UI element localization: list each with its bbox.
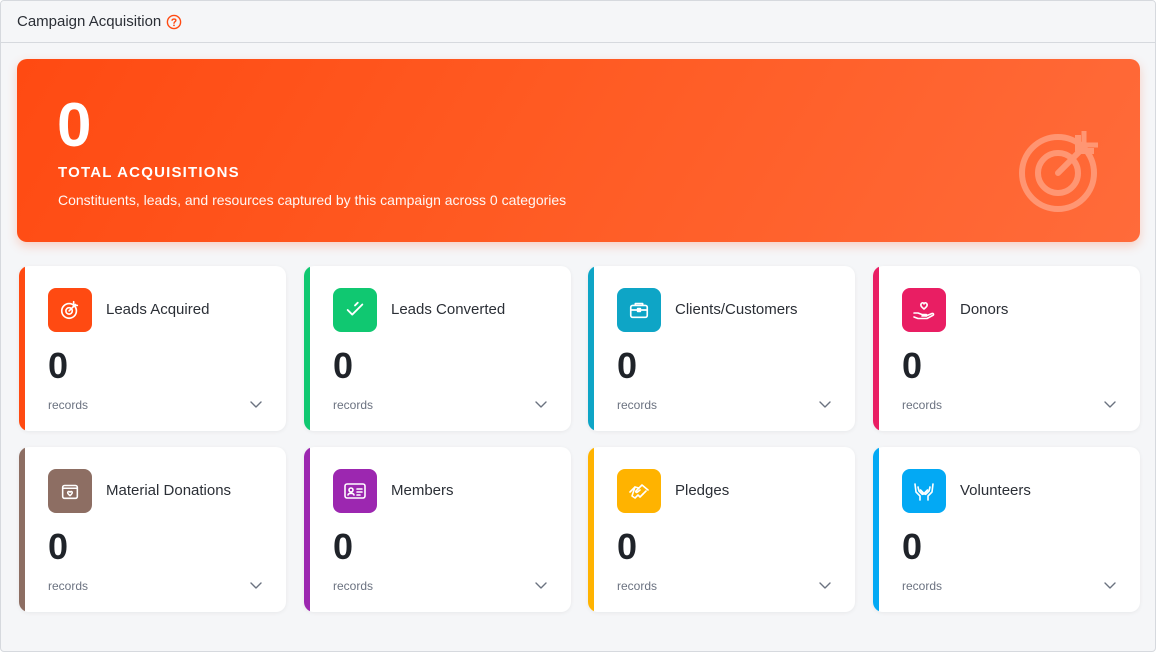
card-unit: records: [48, 398, 89, 412]
card-value: 0: [902, 526, 923, 567]
card-title: Pledges: [675, 482, 730, 499]
card-title: Material Donations: [106, 482, 232, 499]
card-accent: [873, 447, 879, 612]
card-pledges[interactable]: Pledges 0 records: [588, 447, 855, 612]
card-title: Members: [391, 482, 454, 499]
gift-box-icon: [48, 469, 92, 513]
card-unit: records: [333, 398, 374, 412]
help-icon[interactable]: [166, 14, 182, 30]
card-title: Clients/Customers: [675, 301, 798, 318]
handshake-icon: [617, 469, 661, 513]
card-unit: records: [902, 579, 943, 593]
chevron-down-icon[interactable]: [817, 577, 833, 593]
card-members[interactable]: Members 0 records: [304, 447, 571, 612]
card-accent: [304, 447, 310, 612]
card-accent: [873, 266, 879, 431]
card-unit: records: [617, 579, 658, 593]
id-card-icon: [333, 469, 377, 513]
card-value: 0: [333, 345, 354, 386]
chevron-down-icon[interactable]: [533, 577, 549, 593]
briefcase-icon: [617, 288, 661, 332]
card-title: Donors: [960, 301, 1009, 318]
chevron-down-icon[interactable]: [1102, 577, 1118, 593]
card-title: Volunteers: [960, 482, 1031, 499]
card-accent: [588, 266, 594, 431]
card-value: 0: [48, 526, 69, 567]
panel-title: Campaign Acquisition: [17, 13, 162, 30]
chevron-down-icon[interactable]: [248, 577, 264, 593]
total-acquisitions-banner: 0 TOTAL ACQUISITIONS Constituents, leads…: [17, 59, 1140, 242]
target-icon: [48, 288, 92, 332]
chevron-down-icon[interactable]: [1102, 396, 1118, 412]
card-value: 0: [902, 345, 923, 386]
chevron-down-icon[interactable]: [533, 396, 549, 412]
target-icon: [1019, 131, 1098, 212]
card-leads-converted[interactable]: Leads Converted 0 records: [304, 266, 571, 431]
card-leads-acquired[interactable]: Leads Acquired 0 records: [19, 266, 286, 431]
card-unit: records: [333, 579, 374, 593]
card-value: 0: [48, 345, 69, 386]
card-unit: records: [902, 398, 943, 412]
chevron-down-icon[interactable]: [817, 396, 833, 412]
card-volunteers[interactable]: Volunteers 0 records: [873, 447, 1140, 612]
card-value: 0: [333, 526, 354, 567]
card-accent: [19, 266, 25, 431]
card-accent: [588, 447, 594, 612]
card-accent: [19, 447, 25, 612]
chevron-down-icon[interactable]: [248, 396, 264, 412]
card-material-donations[interactable]: Material Donations 0 records: [19, 447, 286, 612]
total-acquisitions-description: Constituents, leads, and resources captu…: [58, 192, 567, 208]
card-unit: records: [617, 398, 658, 412]
panel-header: Campaign Acquisition: [1, 1, 1155, 43]
card-title: Leads Converted: [391, 301, 506, 318]
card-donors[interactable]: Donors 0 records: [873, 266, 1140, 431]
raised-hands-icon: [902, 469, 946, 513]
double-check-icon: [333, 288, 377, 332]
hand-heart-icon: [902, 288, 946, 332]
card-accent: [304, 266, 310, 431]
total-acquisitions-label: TOTAL ACQUISITIONS: [58, 164, 240, 181]
card-value: 0: [617, 345, 638, 386]
card-title: Leads Acquired: [106, 301, 210, 318]
card-value: 0: [617, 526, 638, 567]
card-unit: records: [48, 579, 89, 593]
campaign-acquisition-panel: Campaign Acquisition 0 TOTAL ACQUISITION…: [0, 0, 1156, 652]
total-acquisitions-value: 0: [57, 91, 92, 160]
card-clients-customers[interactable]: Clients/Customers 0 records: [588, 266, 855, 431]
